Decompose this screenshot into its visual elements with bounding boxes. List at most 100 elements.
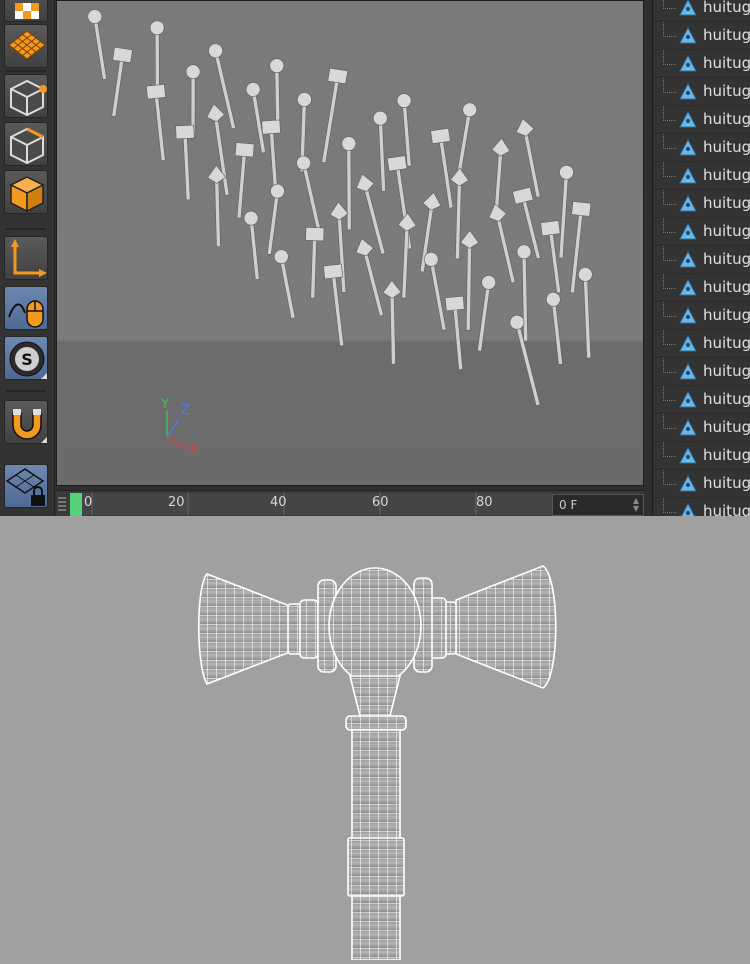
polygon-object-icon (679, 447, 697, 464)
outliner-item[interactable]: huitug (653, 218, 750, 246)
svg-text:S: S (21, 350, 33, 369)
frame-spinner-icon[interactable]: ▲ ▼ (633, 497, 639, 513)
outliner-item-label: huitug (703, 362, 750, 380)
tree-line (663, 78, 676, 93)
outliner-item[interactable]: huitug (653, 106, 750, 134)
timeline-tick: 60 (372, 495, 389, 510)
viewport-3d[interactable]: Y Z X (56, 0, 644, 486)
polygon-object-icon (679, 223, 697, 240)
tree-line (663, 134, 676, 149)
outliner-item[interactable]: huitug (653, 246, 750, 274)
outliner-item-label: huitug (703, 26, 750, 44)
tree-line (663, 246, 676, 261)
tree-line (663, 218, 676, 233)
tree-line (663, 414, 676, 429)
timeline-tick: 80 (476, 495, 493, 510)
left-toolbar: S (0, 0, 55, 516)
axis-gizmo: Y Z X (153, 397, 203, 461)
outliner-item[interactable]: huitug (653, 162, 750, 190)
playhead[interactable] (70, 493, 82, 516)
polygon-object-icon (679, 111, 697, 128)
polygon-object-icon (679, 363, 697, 380)
axis-x-label: X (189, 443, 198, 458)
timeline-tick: 20 (168, 495, 185, 510)
edge-mode-button[interactable] (4, 122, 48, 166)
snap-icon: S (9, 341, 47, 379)
outliner-item-label: huitug (703, 250, 750, 268)
outliner-item-label: huitug (703, 474, 750, 492)
outliner-item-label: huitug (703, 54, 750, 72)
tree-line (663, 106, 676, 121)
tree-line (663, 0, 676, 9)
outliner-item-label: huitug (703, 166, 750, 184)
outliner-item-label: huitug (703, 82, 750, 100)
outliner-item-label: huitug (703, 0, 750, 16)
outliner-item-label: huitug (703, 278, 750, 296)
grid-plane-button[interactable] (4, 24, 48, 68)
magnet-icon (12, 409, 47, 443)
timeline-grip[interactable] (58, 497, 66, 513)
checker-icon (15, 3, 39, 19)
tree-line (663, 302, 676, 317)
polygon-object-icon (679, 83, 697, 100)
outliner-item-label: huitug (703, 418, 750, 436)
outliner-item[interactable]: huitug (653, 274, 750, 302)
current-frame-field[interactable]: 0 F ▲ ▼ (552, 494, 644, 516)
outliner-item-label: huitug (703, 138, 750, 156)
checker-button[interactable] (4, 0, 48, 22)
outliner-item-label: huitug (703, 390, 750, 408)
outliner-item[interactable]: huitug (653, 190, 750, 218)
outliner-item[interactable]: huitug (653, 50, 750, 78)
axis-mode-icon (11, 239, 47, 277)
outliner-item[interactable]: huitug (653, 470, 750, 498)
polygon-mode-button[interactable] (4, 170, 48, 214)
polygon-object-icon (679, 55, 697, 72)
outliner-item-label: huitug (703, 334, 750, 352)
point-mode-icon (10, 79, 47, 117)
outliner-item[interactable]: huitug (653, 0, 750, 22)
polygon-object-icon (679, 279, 697, 296)
polygon-object-icon (679, 27, 697, 44)
outliner-item[interactable]: huitug (653, 78, 750, 106)
timeline-tick: 40 (270, 495, 287, 510)
outliner-item[interactable]: huitug (653, 330, 750, 358)
outliner-item[interactable]: huitug (653, 134, 750, 162)
grid-plane-icon (8, 30, 46, 60)
timeline-tick: 0 (84, 495, 93, 510)
outliner-item-label: huitug (703, 110, 750, 128)
outliner-item[interactable]: huitug (653, 358, 750, 386)
object-manager: huitug huitug huitug huitug huitug huitug huit… (652, 0, 750, 516)
weapon-collection-render (87, 9, 593, 407)
tree-line (663, 358, 676, 373)
tree-line (663, 274, 676, 289)
point-mode-button[interactable] (4, 74, 48, 118)
snap-button[interactable]: S (4, 336, 48, 380)
outliner-item[interactable]: huitug (653, 386, 750, 414)
edge-mode-icon (10, 127, 44, 165)
tree-line (663, 386, 676, 401)
editor-window: S Y Z X 0 20 40 60 80 0 F ▲ ▼ huitug hui… (0, 0, 750, 516)
outliner-item[interactable]: huitug (653, 442, 750, 470)
workplane-lock-button[interactable] (4, 464, 48, 508)
polygon-object-icon (679, 419, 697, 436)
outliner-item[interactable]: huitug (653, 302, 750, 330)
outliner-item[interactable]: huitug (653, 498, 750, 516)
outliner-item-label: huitug (703, 502, 750, 516)
magnet-button[interactable] (4, 400, 48, 444)
polygon-object-icon (679, 335, 697, 352)
axis-z-label: Z (181, 403, 190, 418)
axis-y-label: Y (161, 397, 169, 412)
tree-line (663, 162, 676, 177)
outliner-item-label: huitug (703, 194, 750, 212)
polygon-object-icon (679, 195, 697, 212)
outliner-item[interactable]: huitug (653, 414, 750, 442)
tree-line (663, 190, 676, 205)
polygon-object-icon (679, 307, 697, 324)
tree-line (663, 442, 676, 457)
polygon-mode-icon (9, 176, 45, 213)
axis-mode-button[interactable] (4, 236, 48, 280)
outliner-item[interactable]: huitug (653, 22, 750, 50)
tree-line (663, 22, 676, 37)
outliner-item-label: huitug (703, 446, 750, 464)
tweak-mouse-button[interactable] (4, 286, 48, 330)
